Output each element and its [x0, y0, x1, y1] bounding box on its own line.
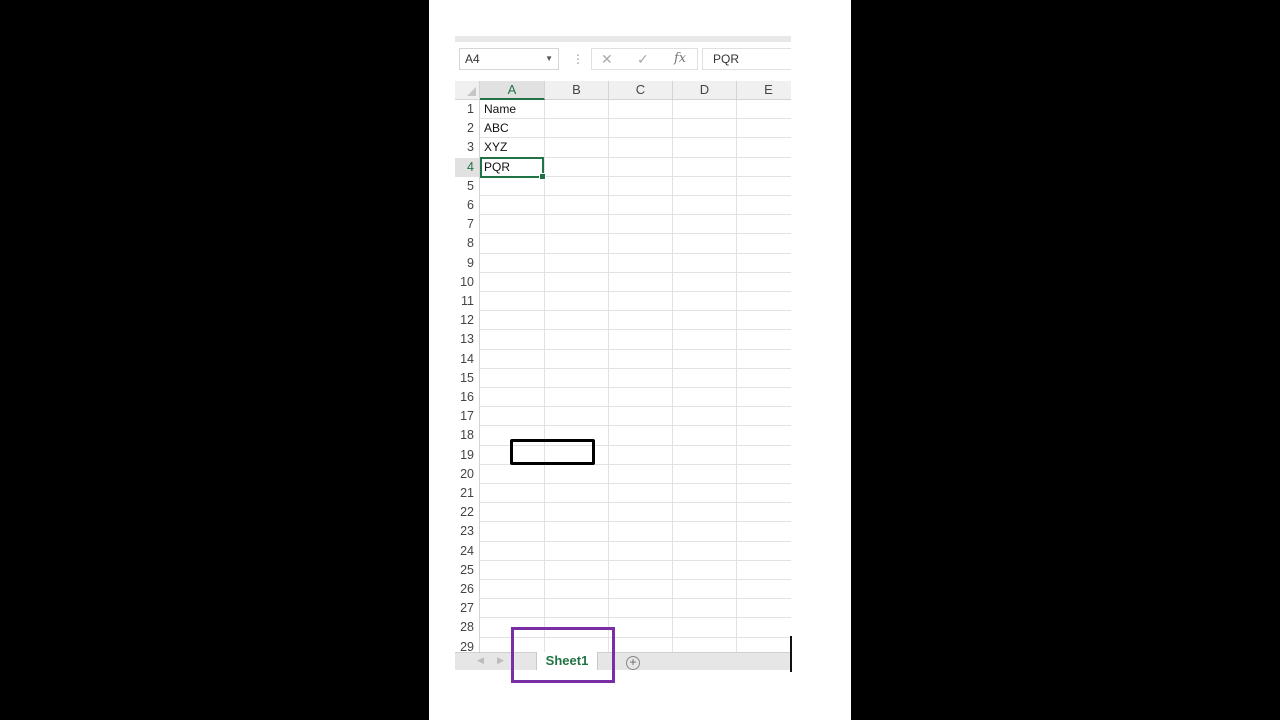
- column-header-c[interactable]: C: [609, 81, 673, 100]
- row-header[interactable]: 18: [455, 426, 480, 446]
- row-header[interactable]: 10: [455, 272, 480, 292]
- column-gridline: [544, 100, 545, 660]
- row-gridline: [480, 425, 791, 427]
- row-header[interactable]: 14: [455, 349, 480, 369]
- row-gridline: [480, 367, 791, 369]
- row-gridline: [480, 540, 791, 542]
- row-gridline: [480, 271, 791, 273]
- row-gridline: [480, 502, 791, 504]
- column-gridline: [672, 100, 673, 660]
- row-gridline: [480, 406, 791, 408]
- row-gridline: [480, 137, 791, 139]
- row-header[interactable]: 7: [455, 215, 480, 235]
- cell-a2[interactable]: ABC: [484, 119, 509, 138]
- formula-input[interactable]: PQR: [702, 48, 791, 70]
- formula-buttons: ✕ ✓ fx: [591, 48, 698, 70]
- row-header[interactable]: 28: [455, 618, 480, 638]
- row-header[interactable]: 9: [455, 253, 480, 273]
- scroll-right-icon[interactable]: ▶: [497, 655, 504, 666]
- row-header[interactable]: 11: [455, 292, 480, 312]
- row-header[interactable]: 8: [455, 234, 480, 254]
- row-header[interactable]: 15: [455, 368, 480, 388]
- row-header[interactable]: 21: [455, 484, 480, 504]
- column-header-a[interactable]: A: [480, 81, 545, 100]
- row-header[interactable]: 20: [455, 464, 480, 484]
- close-icon[interactable]: ✕: [601, 51, 613, 68]
- row-header[interactable]: 2: [455, 119, 480, 139]
- row-header[interactable]: 24: [455, 541, 480, 561]
- cell-a1[interactable]: Name: [484, 100, 516, 119]
- row-header[interactable]: 6: [455, 196, 480, 216]
- name-box-value: A4: [465, 52, 480, 66]
- row-header[interactable]: 25: [455, 560, 480, 580]
- row-gridline: [480, 252, 791, 254]
- drawn-rectangle-annotation: [510, 439, 595, 465]
- row-gridline: [480, 291, 791, 292]
- row-gridline: [480, 387, 791, 388]
- row-header[interactable]: 5: [455, 176, 480, 196]
- row-gridline: [480, 617, 791, 619]
- sheet-tab-bar: ◀ ▶: [455, 652, 791, 670]
- row-header[interactable]: 1: [455, 100, 480, 120]
- drag-handle-icon[interactable]: ⋮: [572, 50, 584, 68]
- row-header[interactable]: 22: [455, 503, 480, 523]
- name-box[interactable]: A4 ▼: [459, 48, 559, 70]
- row-gridline: [480, 310, 791, 312]
- column-header-b[interactable]: B: [545, 81, 609, 100]
- row-gridline: [480, 579, 791, 580]
- row-header[interactable]: 4: [455, 157, 480, 177]
- column-header-e[interactable]: E: [737, 81, 791, 100]
- scroll-left-icon[interactable]: ◀: [477, 655, 484, 666]
- plus-circle-icon[interactable]: +: [626, 656, 640, 670]
- row-gridline: [480, 483, 791, 484]
- row-gridline: [480, 348, 791, 350]
- row-header[interactable]: 26: [455, 580, 480, 600]
- row-gridline: [480, 521, 791, 523]
- column-header-d[interactable]: D: [673, 81, 737, 100]
- ribbon-edge: [455, 36, 791, 42]
- row-header[interactable]: 27: [455, 599, 480, 619]
- check-icon[interactable]: ✓: [637, 51, 649, 68]
- row-gridline: [480, 598, 791, 600]
- row-header[interactable]: 12: [455, 311, 480, 331]
- select-all-button[interactable]: [455, 81, 480, 100]
- row-header[interactable]: 17: [455, 407, 480, 427]
- excel-window: A4 ▼ ⋮ ✕ ✓ fx PQR A B C D E 1 2 3 4 5 6 7 8 9 10 1…: [455, 36, 791, 670]
- chevron-down-icon[interactable]: ▼: [545, 49, 553, 69]
- column-gridline: [608, 100, 609, 660]
- row-header[interactable]: 16: [455, 388, 480, 408]
- fx-icon[interactable]: fx: [674, 51, 686, 66]
- row-header[interactable]: 23: [455, 522, 480, 542]
- row-gridline: [480, 214, 791, 216]
- row-header[interactable]: 19: [455, 445, 480, 465]
- row-gridline: [480, 195, 791, 196]
- column-gridline: [736, 100, 737, 660]
- row-gridline: [480, 559, 791, 561]
- row-header[interactable]: 3: [455, 138, 480, 158]
- window-edge: [790, 636, 792, 672]
- row-gridline: [480, 233, 791, 235]
- selected-cell-border: [480, 157, 546, 180]
- cell-a3[interactable]: XYZ: [484, 138, 507, 157]
- sheet-tab-highlight-annotation: [511, 627, 615, 683]
- row-gridline: [480, 118, 791, 120]
- row-gridline: [480, 329, 791, 331]
- row-header[interactable]: 13: [455, 330, 480, 350]
